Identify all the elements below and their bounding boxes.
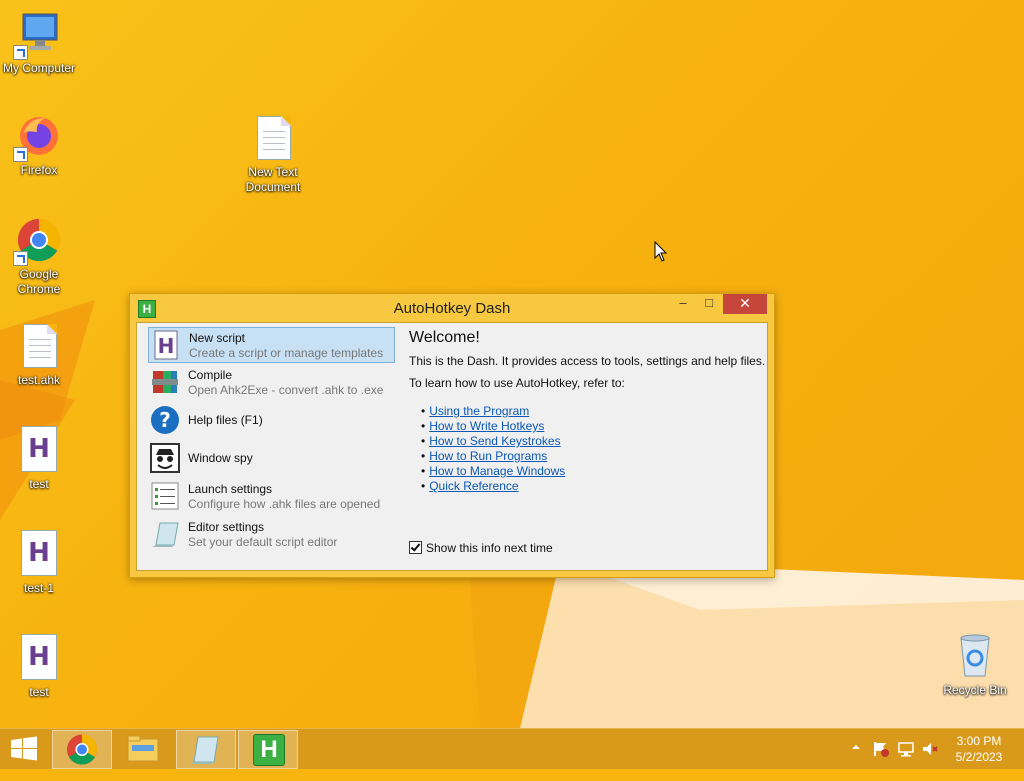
launch-settings-icon xyxy=(150,481,180,511)
menu-item-desc: Set your default script editor xyxy=(188,535,338,549)
desktop-icon-recycle-bin[interactable]: Recycle Bin xyxy=(936,632,1014,698)
recycle-bin-icon xyxy=(951,632,999,680)
new-script-icon: H xyxy=(151,330,181,360)
desktop-icon-my-computer[interactable]: My Computer xyxy=(0,10,78,76)
desktop-icon-google-chrome[interactable]: Google Chrome xyxy=(0,216,78,297)
text-document-icon xyxy=(249,114,297,162)
compile-icon xyxy=(150,367,180,397)
computer-icon xyxy=(13,10,63,60)
start-button[interactable] xyxy=(0,730,48,767)
link-how-to-write-hotkeys[interactable]: How to Write Hotkeys xyxy=(429,419,544,433)
link-using-the-program[interactable]: Using the Program xyxy=(429,404,529,418)
menu-item-editor-settings[interactable]: Editor settings Set your default script … xyxy=(148,517,393,551)
start-icon xyxy=(11,736,37,761)
checkbox-checked-icon xyxy=(409,541,422,554)
close-button[interactable]: ✕ xyxy=(723,294,767,314)
menu-item-title: Compile xyxy=(188,368,233,382)
chevron-up-icon xyxy=(852,745,860,749)
menu-item-help-files[interactable]: ? Help files (F1) xyxy=(148,403,393,437)
desktop-icon-label: test xyxy=(29,477,49,491)
taskbar-autohotkey-button[interactable]: H xyxy=(238,730,298,769)
menu-item-launch-settings[interactable]: Launch settings Configure how .ahk files… xyxy=(148,479,393,513)
welcome-intro: This is the Dash. It provides access to … xyxy=(409,354,766,368)
taskbar: H 3:00 PM 5/2/2023 xyxy=(0,728,1024,769)
desktop-icon-new-text-document[interactable]: New Text Document xyxy=(234,114,312,195)
clock-time: 3:00 PM xyxy=(956,734,1002,748)
editor-settings-icon xyxy=(150,519,180,549)
desktop-icon-firefox[interactable]: Firefox xyxy=(0,112,78,178)
ahk-script-icon: H xyxy=(15,426,63,474)
taskbar-notepad-button[interactable] xyxy=(176,730,236,769)
desktop-icon-label: Firefox xyxy=(20,163,58,177)
desktop-icon-test-2[interactable]: H test xyxy=(0,634,78,700)
chrome-icon xyxy=(13,216,63,266)
title-bar[interactable]: H AutoHotkey Dash – □ ✕ xyxy=(130,294,774,321)
desktop-icon-label: My Computer xyxy=(2,61,76,75)
taskbar-file-explorer-button[interactable] xyxy=(114,730,172,767)
link-how-to-run-programs[interactable]: How to Run Programs xyxy=(429,449,547,463)
menu-item-new-script[interactable]: H New script Create a script or manage t… xyxy=(148,327,395,363)
dash-client-area: H New script Create a script or manage t… xyxy=(136,322,768,571)
desktop-icon-test-ahk[interactable]: test.ahk xyxy=(0,322,78,388)
file-explorer-icon xyxy=(127,735,159,762)
show-hidden-icons-button[interactable] xyxy=(850,741,862,781)
ahk-script-icon: H xyxy=(15,634,63,682)
link-how-to-manage-windows[interactable]: How to Manage Windows xyxy=(429,464,565,478)
desktop-icon-label: New Text Document xyxy=(245,165,301,194)
show-info-label: Show this info next time xyxy=(426,541,553,555)
menu-item-title: Window spy xyxy=(188,451,253,465)
link-quick-reference[interactable]: Quick Reference xyxy=(429,479,518,493)
menu-item-desc: Configure how .ahk files are opened xyxy=(188,497,381,511)
menu-item-window-spy[interactable]: Window spy xyxy=(148,441,393,475)
autohotkey-dash-window[interactable]: H AutoHotkey Dash – □ ✕ H New script Cre… xyxy=(129,293,775,578)
menu-item-desc: Create a script or manage templates xyxy=(189,346,384,360)
help-icon: ? xyxy=(150,405,180,435)
menu-item-compile[interactable]: Compile Open Ahk2Exe - convert .ahk to .… xyxy=(148,365,393,399)
desktop-icon-label: Google Chrome xyxy=(17,267,61,296)
welcome-heading: Welcome! xyxy=(409,329,480,346)
desktop-icon-test[interactable]: H test xyxy=(0,426,78,492)
notepad-icon xyxy=(191,736,219,764)
link-how-to-send-keystrokes[interactable]: How to Send Keystrokes xyxy=(429,434,560,448)
minimize-button[interactable]: – xyxy=(670,294,696,314)
system-clock[interactable]: 3:00 PM 5/2/2023 xyxy=(944,733,1014,765)
desktop-icon-label: test xyxy=(29,685,49,699)
svg-text:H: H xyxy=(158,334,175,358)
svg-text:?: ? xyxy=(159,408,171,432)
menu-item-title: Launch settings xyxy=(188,482,273,496)
autohotkey-icon: H xyxy=(253,734,285,766)
action-center-flag-icon[interactable] xyxy=(872,740,890,780)
desktop-icon-label: Recycle Bin xyxy=(943,683,1007,697)
taskbar-chrome-button[interactable] xyxy=(52,730,112,769)
desktop-icon-label: test.ahk xyxy=(17,373,61,387)
mouse-cursor-icon xyxy=(654,241,668,262)
menu-item-title: New script xyxy=(189,331,246,345)
show-info-checkbox[interactable]: Show this info next time xyxy=(409,541,553,555)
desktop-icon-label: test-1 xyxy=(23,581,54,595)
ahk-script-icon: H xyxy=(15,530,63,578)
firefox-icon xyxy=(13,112,63,162)
network-icon[interactable] xyxy=(897,740,915,780)
menu-item-title: Editor settings xyxy=(188,520,265,534)
menu-item-desc: Open Ahk2Exe - convert .ahk to .exe xyxy=(188,383,384,397)
window-spy-icon xyxy=(150,443,180,473)
desktop-icon-test-1[interactable]: H test-1 xyxy=(0,530,78,596)
volume-muted-icon[interactable] xyxy=(921,740,939,780)
help-links: • Using the Program • How to Write Hotkeys… xyxy=(421,404,566,493)
welcome-refer: To learn how to use AutoHotkey, refer to… xyxy=(409,376,625,390)
maximize-button[interactable]: □ xyxy=(696,294,722,314)
clock-date: 5/2/2023 xyxy=(955,750,1003,764)
menu-item-title: Help files (F1) xyxy=(188,413,263,427)
text-document-icon xyxy=(15,322,63,370)
chrome-icon xyxy=(67,734,98,765)
